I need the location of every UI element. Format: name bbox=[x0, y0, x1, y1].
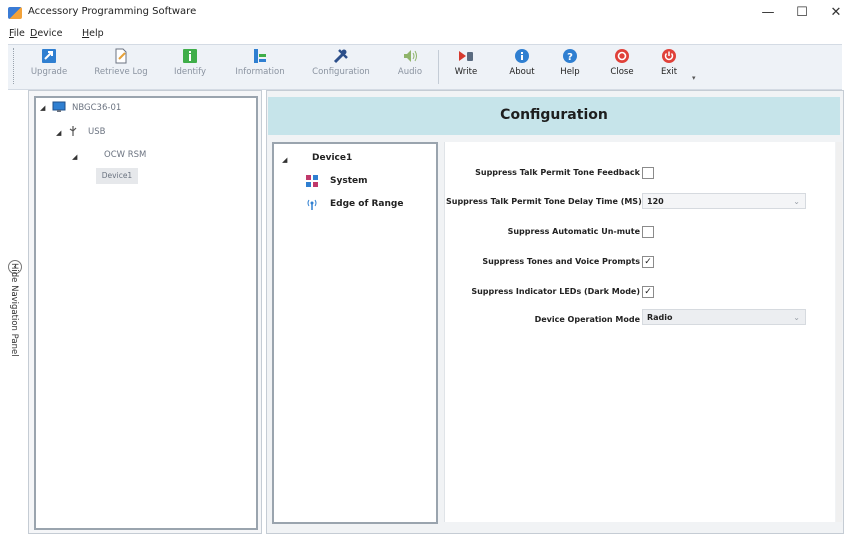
tones-voice-label: Suppress Tones and Voice Prompts bbox=[482, 257, 640, 266]
expand-arrow[interactable]: ◢ bbox=[40, 104, 45, 112]
power-icon bbox=[662, 49, 676, 63]
expand-arrow[interactable]: ◢ bbox=[72, 153, 77, 161]
menu-file[interactable]: File bbox=[9, 28, 25, 39]
tree-item-device-type[interactable]: OCW RSM bbox=[104, 150, 146, 160]
config-tree-device[interactable]: Device1 bbox=[312, 153, 352, 163]
usb-icon bbox=[69, 126, 77, 136]
menu-device-label: evice bbox=[37, 28, 63, 39]
identify-icon bbox=[183, 49, 197, 63]
help-button[interactable]: ? Help bbox=[552, 46, 588, 86]
help-label: Help bbox=[560, 67, 580, 77]
close-button[interactable]: Close bbox=[604, 46, 640, 86]
talk-permit-delay-label: Suppress Talk Permit Tone Delay Time (MS… bbox=[446, 197, 642, 206]
upgrade-button[interactable]: Upgrade bbox=[26, 46, 72, 86]
configuration-button[interactable]: Configuration bbox=[306, 46, 376, 86]
talk-permit-feedback-label: Suppress Talk Permit Tone Feedback bbox=[475, 168, 640, 177]
help-icon: ? bbox=[563, 49, 577, 63]
tones-voice-checkbox[interactable]: ✓ bbox=[642, 256, 654, 268]
menu-help-label: elp bbox=[89, 28, 104, 39]
upgrade-icon bbox=[42, 49, 56, 63]
system-icon bbox=[306, 175, 318, 187]
exit-label: Exit bbox=[660, 67, 678, 77]
talk-permit-delay-field[interactable]: 120 ⌄ bbox=[642, 193, 806, 209]
audio-label: Audio bbox=[397, 67, 423, 77]
audio-button[interactable]: Audio bbox=[392, 46, 428, 86]
information-button[interactable]: Information bbox=[230, 46, 290, 86]
upgrade-label: Upgrade bbox=[30, 67, 68, 77]
identify-label: Identify bbox=[173, 67, 207, 77]
expand-arrow[interactable]: ◢ bbox=[282, 156, 287, 164]
auto-unmute-checkbox[interactable] bbox=[642, 226, 654, 238]
tools-icon bbox=[333, 49, 348, 64]
retrieve-log-button[interactable]: Retrieve Log bbox=[88, 46, 154, 86]
write-label: Write bbox=[454, 67, 478, 77]
exit-button[interactable]: Exit bbox=[654, 46, 684, 86]
information-label: Information bbox=[235, 67, 285, 77]
speaker-icon bbox=[404, 50, 417, 62]
app-icon bbox=[8, 7, 22, 19]
toolbar-grip bbox=[13, 48, 15, 84]
operation-mode-value: Radio bbox=[647, 313, 673, 322]
operation-mode-label: Device Operation Mode bbox=[534, 315, 640, 324]
menu-device[interactable]: Device bbox=[30, 28, 63, 39]
expand-arrow[interactable]: ◢ bbox=[56, 129, 61, 137]
retrieve-log-label: Retrieve Log bbox=[94, 67, 148, 77]
identify-button[interactable]: Identify bbox=[170, 46, 210, 86]
toolbar-separator bbox=[438, 50, 439, 84]
indicator-leds-checkbox[interactable]: ✓ bbox=[642, 286, 654, 298]
talk-permit-feedback-checkbox[interactable] bbox=[642, 167, 654, 179]
svg-text:?: ? bbox=[567, 52, 573, 63]
computer-icon bbox=[52, 101, 66, 112]
talk-permit-delay-value: 120 bbox=[647, 197, 664, 206]
config-tree-system[interactable]: System bbox=[330, 176, 368, 186]
tree-item-usb[interactable]: USB bbox=[88, 127, 105, 137]
page-title: Configuration bbox=[500, 107, 608, 123]
chevron-down-icon: ⌄ bbox=[793, 313, 800, 322]
hide-nav-label[interactable]: Hide Navigation Panel bbox=[9, 263, 19, 383]
tree-item-root[interactable]: NBGC36-01 bbox=[72, 103, 121, 113]
indicator-leds-label: Suppress Indicator LEDs (Dark Mode) bbox=[471, 287, 640, 296]
close-label: Close bbox=[610, 67, 634, 77]
chevron-down-icon: ⌄ bbox=[793, 197, 800, 206]
close-window-button[interactable]: ✕ bbox=[822, 2, 846, 24]
maximize-button[interactable]: ☐ bbox=[788, 2, 816, 24]
device-tree bbox=[34, 96, 258, 530]
window-title: Accessory Programming Software bbox=[28, 6, 197, 17]
about-button[interactable]: About bbox=[502, 46, 542, 86]
information-icon bbox=[254, 49, 266, 63]
toolbar-overflow[interactable]: ▾ bbox=[692, 74, 696, 82]
auto-unmute-label: Suppress Automatic Un-mute bbox=[507, 227, 640, 236]
configuration-label: Configuration bbox=[312, 67, 370, 77]
write-button[interactable]: Write bbox=[448, 46, 484, 86]
operation-mode-select[interactable]: Radio ⌄ bbox=[642, 309, 806, 325]
vertical-scrollbar[interactable] bbox=[836, 142, 842, 522]
menu-help[interactable]: Help bbox=[82, 28, 104, 39]
write-icon bbox=[459, 51, 473, 61]
about-label: About bbox=[509, 67, 535, 77]
config-tree-edge-of-range[interactable]: Edge of Range bbox=[330, 199, 403, 209]
minimize-button[interactable]: — bbox=[754, 2, 782, 24]
tree-item-device[interactable]: Device1 bbox=[96, 168, 138, 184]
menu-bar bbox=[0, 26, 846, 42]
close-icon bbox=[615, 49, 629, 63]
info-icon bbox=[515, 49, 529, 63]
menu-file-label: ile bbox=[13, 28, 25, 39]
antenna-icon bbox=[307, 199, 317, 210]
retrieve-log-icon bbox=[115, 48, 127, 64]
